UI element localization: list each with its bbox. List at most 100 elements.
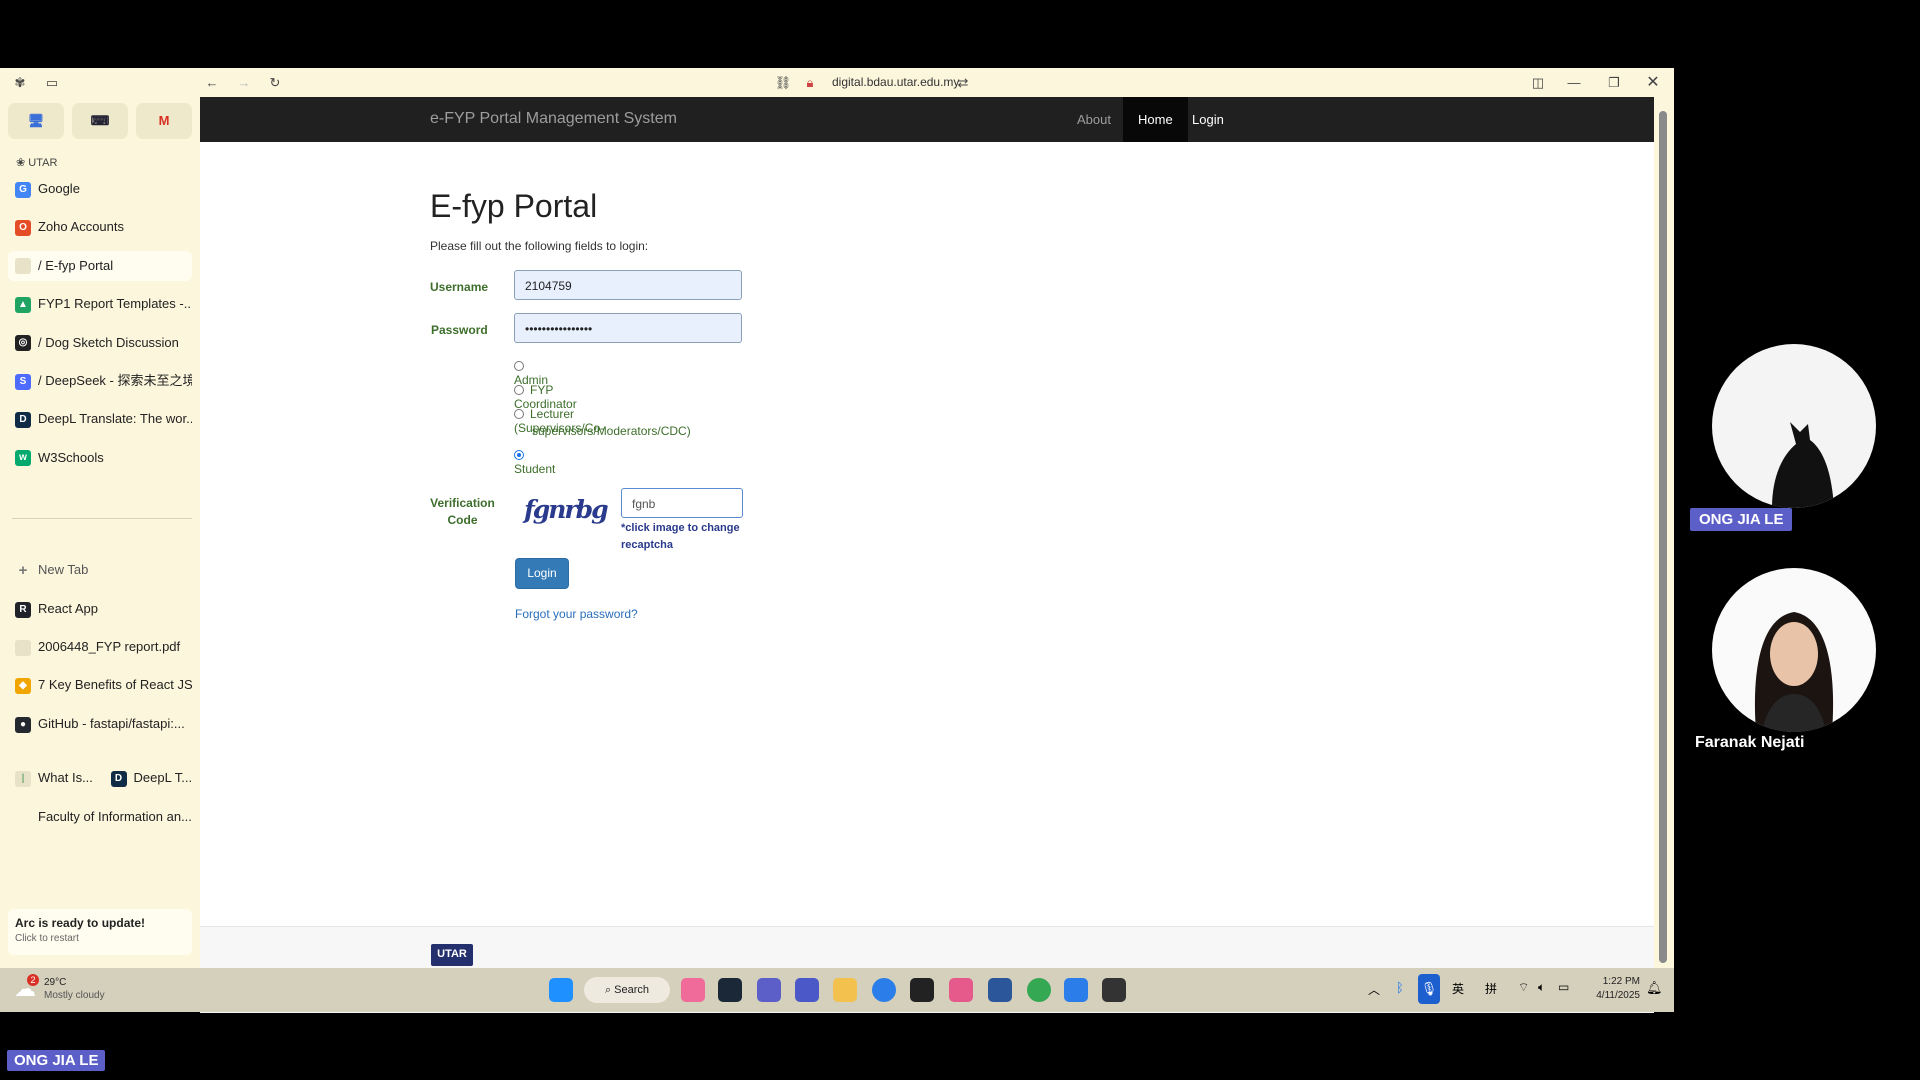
scrollbar-thumb[interactable] xyxy=(1659,111,1667,963)
back-arrow-icon[interactable]: ← xyxy=(202,73,222,93)
sidebar-toggle-icon[interactable]: ▭ xyxy=(42,73,62,93)
file-explorer-icon[interactable] xyxy=(833,978,857,1002)
windows-start-icon[interactable] xyxy=(549,978,573,1002)
password-field[interactable]: •••••••••••••••• xyxy=(514,313,742,343)
sidebar-divider xyxy=(12,518,192,519)
bluetooth-icon[interactable]: ᛒ xyxy=(1396,980,1404,995)
verification-label: Verification Code xyxy=(430,496,495,527)
epic-games-icon[interactable] xyxy=(910,978,934,1002)
sidebar-tab[interactable]: G Google xyxy=(8,174,192,204)
address-bar[interactable]: digital.bdau.utar.edu.my xyxy=(832,75,959,89)
tab-favicon-icon xyxy=(15,258,31,275)
username-field[interactable]: 2104759 xyxy=(514,270,742,300)
tab-favicon-icon: w xyxy=(15,450,31,467)
login-button[interactable]: Login xyxy=(515,558,569,589)
radio-dot xyxy=(514,385,524,395)
windows-taskbar: ☁︎ 2 29°C Mostly cloudy ⌕ Search ︿ ᛒ 🎙︎ … xyxy=(0,968,1674,1012)
participant-2-video xyxy=(1712,568,1876,732)
split-view-icon[interactable]: ◫ xyxy=(1528,73,1548,93)
captcha-image[interactable]: fgnrbg xyxy=(524,495,609,524)
taskbar-search[interactable]: ⌕ Search xyxy=(584,977,670,1003)
nav-about[interactable]: About xyxy=(1062,97,1126,142)
wifi-icon[interactable]: ⌔ xyxy=(1518,980,1529,995)
copilot-icon[interactable] xyxy=(681,978,705,1002)
pinned-gmail-icon[interactable]: M xyxy=(136,103,192,139)
close-icon[interactable]: ✕ xyxy=(1643,73,1663,93)
sidebar-tab[interactable]: R React App xyxy=(8,594,192,624)
sidebar-tab[interactable]: / E-fyp Portal xyxy=(8,250,192,281)
tab-label: DeepL Translate: The wor... xyxy=(38,411,192,427)
tab-label: Faculty of Information an... xyxy=(38,809,192,824)
tab-label: Google xyxy=(38,181,80,196)
reload-icon[interactable]: ↻ xyxy=(265,73,285,93)
tab-favicon-icon: D xyxy=(15,411,31,428)
update-notice[interactable]: Arc is ready to update! Click to restart xyxy=(8,909,192,955)
arc-browser-icon[interactable] xyxy=(949,978,973,1002)
maximize-icon[interactable]: ❐ xyxy=(1604,73,1624,93)
site-brand[interactable]: e-FYP Portal Management System xyxy=(430,110,677,128)
tab-label: / Dog Sketch Discussion xyxy=(38,334,179,350)
tab-favicon-icon: ● xyxy=(15,716,31,733)
radio-dot xyxy=(514,361,524,371)
battery-icon[interactable]: ▭ xyxy=(1558,980,1569,994)
sidebar-tab[interactable]: ◆ 7 Key Benefits of React JS... xyxy=(8,670,192,700)
weather-temp: 29°C xyxy=(44,977,67,988)
tab-label: 7 Key Benefits of React JS... xyxy=(38,677,192,692)
split-tab[interactable]: | What Is... D DeepL T... xyxy=(8,763,192,793)
role-student-radio[interactable]: Student xyxy=(514,448,555,476)
tab-label: FYP1 Report Templates -... xyxy=(38,296,192,312)
terminal-icon[interactable] xyxy=(1102,978,1126,1002)
tab-favicon-icon: G xyxy=(15,181,31,198)
site-controls-icon[interactable]: ⇄ xyxy=(953,73,973,93)
weather-desc: Mostly cloudy xyxy=(44,990,105,1001)
tab-label: W3Schools xyxy=(38,449,104,465)
volume-icon[interactable]: 🔈︎ xyxy=(1538,980,1545,995)
steam-icon[interactable] xyxy=(718,978,742,1002)
minimize-icon[interactable]: — xyxy=(1564,73,1584,93)
notifications-icon[interactable]: 🔔︎ xyxy=(1646,980,1663,996)
lock-icon: 🔒︎ xyxy=(806,75,814,90)
web-page: e-FYP Portal Management System About Hom… xyxy=(200,97,1654,1013)
tray-chevron-icon[interactable]: ︿ xyxy=(1368,981,1380,998)
ime-language[interactable]: 英 xyxy=(1452,980,1464,997)
ime-mode[interactable]: 拼 xyxy=(1485,980,1497,997)
forward-arrow-icon[interactable]: → xyxy=(234,73,254,93)
clock-time[interactable]: 1:22 PM xyxy=(1590,976,1640,987)
username-label: Username xyxy=(430,280,489,294)
captcha-input[interactable]: fgnb xyxy=(621,488,743,518)
sidebar-tab[interactable]: Faculty of Information an... xyxy=(8,802,192,832)
plus-icon: + xyxy=(18,561,28,579)
clock-date[interactable]: 4/11/2025 xyxy=(1590,990,1640,1001)
browser-toolbar: ✾ ▭ ← → ↻ ⛓ 🔒︎ digital.bdau.utar.edu.my … xyxy=(0,68,1674,97)
arc-settings-icon[interactable]: ✾ xyxy=(10,73,30,93)
pinned-monitor-icon[interactable]: 🖥︎ xyxy=(8,103,64,139)
sidebar-tab[interactable]: D DeepL Translate: The wor... xyxy=(8,404,192,434)
tab-favicon-icon: ◎ xyxy=(15,335,31,352)
pinned-keyboard-icon[interactable]: ⌨︎ xyxy=(72,103,128,139)
sidebar-tab[interactable]: 2006448_FYP report.pdf xyxy=(8,632,192,662)
nav-login[interactable]: Login xyxy=(1177,97,1239,142)
chrome-icon[interactable] xyxy=(1027,978,1051,1002)
sidebar-tab[interactable]: w W3Schools xyxy=(8,443,192,473)
site-navbar: e-FYP Portal Management System About Hom… xyxy=(200,97,1654,142)
sidebar-tab[interactable]: ▲ FYP1 Report Templates -... xyxy=(8,289,192,319)
teams-icon[interactable] xyxy=(757,978,781,1002)
sidebar-tab[interactable]: ◎ / Dog Sketch Discussion xyxy=(8,328,192,358)
notepad-icon[interactable] xyxy=(1064,978,1088,1002)
forgot-password-link[interactable]: Forgot your password? xyxy=(515,607,638,621)
teams-work-icon[interactable] xyxy=(795,978,819,1002)
tab-favicon-icon: ▲ xyxy=(15,296,31,313)
app-store-icon[interactable] xyxy=(872,978,896,1002)
new-tab-button[interactable]: + New Tab xyxy=(8,555,192,585)
sidebar-tab[interactable]: O Zoho Accounts xyxy=(8,212,192,242)
page-title: E-fyp Portal xyxy=(430,188,598,224)
sidebar-tab[interactable]: S / DeepSeek - 探索未至之境 xyxy=(8,366,192,396)
word-icon[interactable] xyxy=(988,978,1012,1002)
sidebar-tab[interactable]: ● GitHub - fastapi/fastapi:... xyxy=(8,709,192,739)
microphone-icon[interactable]: 🎙︎ xyxy=(1418,974,1440,1004)
role-lecturer-radio-line-2: supervisors/Moderators/CDC) xyxy=(532,424,691,438)
scrollbar[interactable] xyxy=(1654,97,1674,1012)
link-icon[interactable]: ⛓ xyxy=(773,73,793,93)
arc-sidebar: 🖥︎ ⌨︎ M ❀ UTAR G Google O Zoho Accounts / E-… xyxy=(0,97,200,1012)
split-tab-left-icon: | xyxy=(15,770,31,787)
